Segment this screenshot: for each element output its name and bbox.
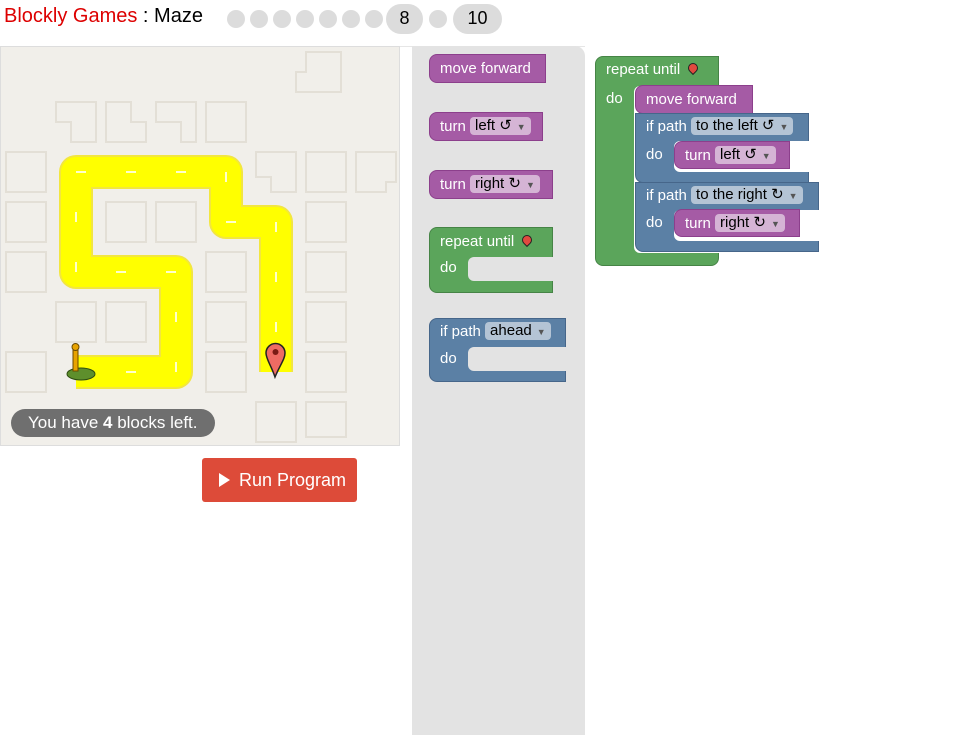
level-2-dot[interactable] (250, 10, 268, 28)
statement-slot (468, 257, 554, 281)
last-level-number: 10 (467, 8, 488, 28)
run-program-label: Run Program (239, 470, 347, 490)
dropdown-arrow-icon: ▼ (779, 122, 789, 133)
program-workspace: repeat until do move forward if path to … (585, 46, 953, 735)
level-3-dot[interactable] (273, 10, 291, 28)
brand-link[interactable]: Blockly Games (4, 5, 137, 27)
do-label: do (646, 214, 663, 231)
maze-map (5, 51, 397, 443)
level-6-dot[interactable] (342, 10, 360, 28)
level-5-dot[interactable] (319, 10, 337, 28)
dropdown-arrow-icon: ▼ (525, 180, 535, 191)
turn-direction-dropdown[interactable]: right ↻ ▼ (715, 214, 785, 233)
blocks-left-notice: You have 4 blocks left. (11, 409, 215, 437)
dropdown-arrow-icon: ▼ (536, 327, 546, 338)
toolbox-turn-left-block[interactable]: turn left ↺ ▼ (429, 112, 543, 141)
path-left-value: to the left ↺ (696, 117, 775, 135)
statement-slot (468, 347, 567, 371)
turn-left-value: left ↺ (475, 117, 512, 135)
turn-label: turn (685, 215, 711, 232)
turn-label: turn (685, 147, 711, 164)
run-program-button[interactable]: Run Program (202, 458, 357, 502)
game-name: Maze (154, 5, 203, 27)
do-label: do (646, 146, 663, 163)
dropdown-arrow-icon: ▼ (788, 191, 798, 202)
turn-right-value: right ↻ (720, 214, 766, 232)
level-10-badge[interactable]: 10 (453, 4, 502, 34)
play-icon (219, 473, 230, 487)
do-label: do (440, 350, 457, 367)
goal-marker-icon (520, 232, 535, 248)
blocks-left-prefix: You have (28, 413, 103, 432)
maze-board: You have 4 blocks left. (0, 46, 400, 446)
path-direction-dropdown[interactable]: ahead ▼ (485, 322, 551, 341)
turn-label: turn (440, 176, 466, 193)
path-direction-dropdown[interactable]: to the left ↺ ▼ (691, 117, 794, 136)
level-4-dot[interactable] (296, 10, 314, 28)
level-9-dot[interactable] (429, 10, 447, 28)
turn-direction-dropdown[interactable]: right ↻ ▼ (470, 175, 540, 194)
current-level-badge[interactable]: 8 (386, 4, 423, 34)
dropdown-arrow-icon: ▼ (516, 122, 526, 133)
toolbox-flyout: move forward turn left ↺ ▼ turn right ↻ ▼ … (412, 46, 585, 735)
path-direction-dropdown[interactable]: to the right ↻ ▼ (691, 186, 803, 205)
program-turn-left-block[interactable]: turn left ↺ ▼ (674, 141, 790, 169)
dropdown-arrow-icon: ▼ (770, 219, 780, 230)
level-1-dot[interactable] (227, 10, 245, 28)
title-separator: : (137, 5, 155, 27)
program-move-forward-block[interactable]: move forward (635, 85, 753, 114)
turn-direction-dropdown[interactable]: left ↺ ▼ (715, 146, 776, 165)
page-title: Blockly Games : Maze (4, 5, 203, 27)
blocks-left-suffix: blocks left. (112, 413, 198, 432)
path-ahead-value: ahead (490, 322, 532, 340)
program-turn-right-block[interactable]: turn right ↻ ▼ (674, 209, 800, 237)
path-right-value: to the right ↻ (696, 186, 784, 204)
toolbox-repeat-until-block[interactable]: repeat until do (429, 227, 554, 293)
toolbox-if-path-block[interactable]: if path ahead ▼ do (429, 318, 567, 382)
current-level-number: 8 (399, 8, 410, 28)
if-path-label: if path (646, 187, 687, 204)
repeat-until-label: repeat until (606, 61, 681, 78)
dropdown-arrow-icon: ▼ (761, 151, 771, 162)
if-path-label: if path (440, 323, 481, 340)
turn-label: turn (440, 118, 466, 135)
repeat-until-label: repeat until (440, 233, 515, 250)
if-path-label: if path (646, 118, 687, 135)
turn-left-value: left ↺ (720, 146, 757, 164)
move-forward-label: move forward (440, 60, 531, 77)
toolbox-move-forward-block[interactable]: move forward (429, 54, 546, 83)
do-label: do (606, 90, 623, 107)
goal-marker-icon (686, 60, 701, 76)
move-forward-label: move forward (646, 91, 737, 108)
turn-direction-dropdown[interactable]: left ↺ ▼ (470, 117, 531, 136)
turn-right-value: right ↻ (475, 175, 521, 193)
level-7-dot[interactable] (365, 10, 383, 28)
toolbox-turn-right-block[interactable]: turn right ↻ ▼ (429, 170, 553, 199)
do-label: do (440, 259, 457, 276)
header: Blockly Games : Maze 8 10 (0, 0, 953, 47)
